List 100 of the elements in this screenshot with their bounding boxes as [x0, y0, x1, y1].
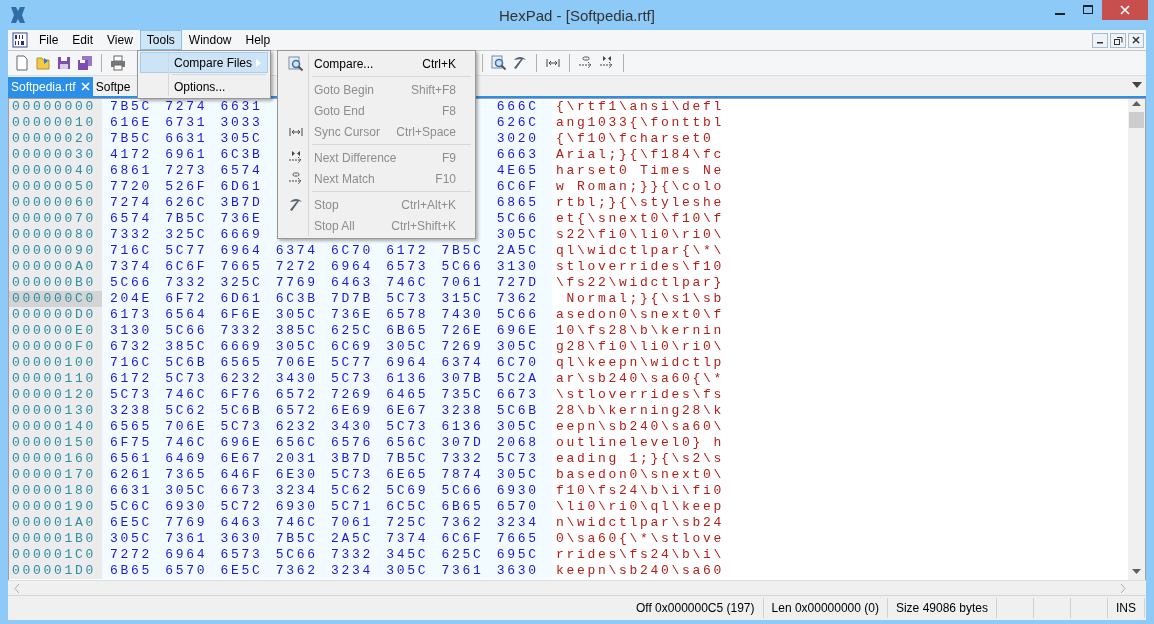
- hex-value: 2031: [275, 451, 318, 466]
- menu-item[interactable]: Edit: [65, 30, 101, 50]
- hex-value: 5C66: [275, 547, 318, 562]
- hex-value: 3130: [110, 323, 152, 338]
- hex-value: 6E30: [275, 467, 318, 482]
- hex-value: 6B65: [110, 563, 152, 578]
- hex-value: 6E67: [386, 403, 429, 418]
- hex-value: 5C77: [331, 355, 373, 370]
- minimize-icon: [1055, 12, 1065, 15]
- hex-value: 5C66: [110, 275, 152, 290]
- hex-value: 5C73: [331, 467, 373, 482]
- offset-cell: 000000F0: [9, 339, 102, 355]
- ascii-text: {\f10\fcharset0: [555, 131, 715, 147]
- hex-value: 7361: [441, 563, 484, 578]
- offset-cell: 00000110: [9, 371, 102, 387]
- hex-value: 6F75: [110, 435, 152, 450]
- hex-value: 6B65: [386, 323, 429, 338]
- hex-value: 7D7B: [331, 291, 373, 306]
- close-tab-icon[interactable]: [80, 82, 90, 91]
- scroll-up-icon[interactable]: [1132, 99, 1141, 108]
- offset-cell: 00000050: [9, 179, 102, 195]
- hex-value: 526F: [165, 179, 208, 194]
- hex-value: 6E5C: [110, 515, 152, 530]
- length-status: Len 0x00000000 (0): [763, 598, 888, 618]
- hex-value: 6463: [220, 515, 263, 530]
- hex-value: 5C71: [331, 499, 373, 514]
- offset-cell: 00000140: [9, 419, 102, 435]
- menu-item[interactable]: Tools: [139, 30, 182, 50]
- hex-value: 7362: [275, 563, 318, 578]
- hex-value: 385C: [165, 339, 208, 354]
- save-all-icon[interactable]: [77, 55, 93, 71]
- hex-value: 6B65: [441, 499, 484, 514]
- menu-item[interactable]: Compare... Ctrl+K: [280, 53, 473, 74]
- next-match-icon[interactable]: [578, 55, 594, 71]
- hex-value: 6631: [110, 483, 152, 498]
- ascii-text: Arial;}{\f184\fc: [555, 147, 725, 163]
- ascii-text: outlinelevel0} h: [555, 435, 725, 451]
- menu-item[interactable]: Options...: [140, 76, 268, 97]
- magnifier-icon[interactable]: [288, 55, 304, 72]
- hex-value: 5C73: [386, 419, 429, 434]
- restore-icon: [1113, 35, 1123, 45]
- hex-value: 7274: [110, 195, 152, 210]
- close-icon: [1120, 5, 1130, 15]
- dropdown-arrow-icon[interactable]: [1132, 82, 1142, 88]
- ascii-text: rtbl;}{\styleshe: [555, 195, 725, 211]
- hex-value: 3238: [441, 403, 484, 418]
- hex-value: 6631: [165, 131, 208, 146]
- ascii-text: \li0\ri0\ql\keep: [555, 499, 725, 515]
- hex-value: 6930: [275, 499, 318, 514]
- hex-value: 5C6C: [110, 499, 152, 514]
- ascii-text: eepn\sb240\sa60\: [555, 419, 725, 435]
- ascii-text: ar\sb240\sa60{\*: [555, 371, 725, 387]
- offset-cell: 00000150: [9, 435, 102, 451]
- document-minimize-button[interactable]: [1092, 32, 1108, 48]
- hex-value: 5C66: [496, 211, 539, 226]
- ascii-text: 10\fs28\b\kernin: [555, 323, 725, 339]
- new-document-icon[interactable]: [14, 55, 30, 71]
- hex-value: 5C73: [331, 371, 373, 386]
- hex-value: 695C: [496, 547, 539, 562]
- hex-value: 6172: [386, 243, 429, 258]
- menu-item[interactable]: Compare Files: [140, 52, 268, 73]
- save-icon[interactable]: [56, 55, 72, 71]
- ascii-text: harset0 Times Ne: [555, 163, 725, 179]
- hex-value: 6964: [165, 547, 208, 562]
- offset-cell: 00000170: [9, 467, 102, 483]
- hex-value: 6465: [386, 387, 429, 402]
- scroll-down-icon[interactable]: [1132, 567, 1141, 576]
- hex-value: 6669: [220, 339, 263, 354]
- binary-document-icon[interactable]: [12, 32, 28, 48]
- hex-value: 2068: [496, 435, 539, 450]
- open-folder-icon[interactable]: [35, 55, 51, 71]
- hex-value: 325C: [165, 227, 208, 242]
- menu-item[interactable]: Window: [181, 30, 239, 50]
- document-restore-button[interactable]: [1110, 32, 1126, 48]
- menu-item[interactable]: View: [100, 30, 140, 50]
- hex-value: 7061: [441, 275, 484, 290]
- hex-value: 5C62: [331, 483, 373, 498]
- hex-value: 5C73: [496, 451, 539, 466]
- hex-value: 6565: [110, 419, 152, 434]
- hex-value: 7769: [165, 515, 208, 530]
- hex-value: 616E: [110, 115, 152, 130]
- hex-value: 7332: [165, 275, 208, 290]
- hex-value: 7272: [110, 547, 152, 562]
- hex-value: 3430: [331, 419, 373, 434]
- document-close-button[interactable]: [1128, 32, 1144, 48]
- hex-value: 7061: [331, 515, 373, 530]
- menu-item[interactable]: Help: [238, 30, 278, 50]
- ascii-text: eading 1;}{\s2\s: [555, 451, 725, 467]
- ascii-text: \fs22\widctlpar}: [555, 275, 725, 291]
- hex-value: 6C3B: [275, 291, 318, 306]
- hex-value: 6964: [331, 259, 373, 274]
- printer-icon[interactable]: [110, 55, 126, 71]
- ascii-text: ang1033{\fonttbl: [555, 115, 725, 131]
- ascii-text: s22\fi0\li0\ri0\: [555, 227, 725, 243]
- magnifier-icon[interactable]: [491, 55, 507, 71]
- next-difference-icon[interactable]: [599, 55, 615, 71]
- menu-item[interactable]: File: [32, 30, 66, 50]
- hex-value: 716C: [110, 243, 152, 258]
- hex-value: 7B5C: [110, 99, 152, 114]
- scrollbar-thumb[interactable]: [1129, 112, 1144, 128]
